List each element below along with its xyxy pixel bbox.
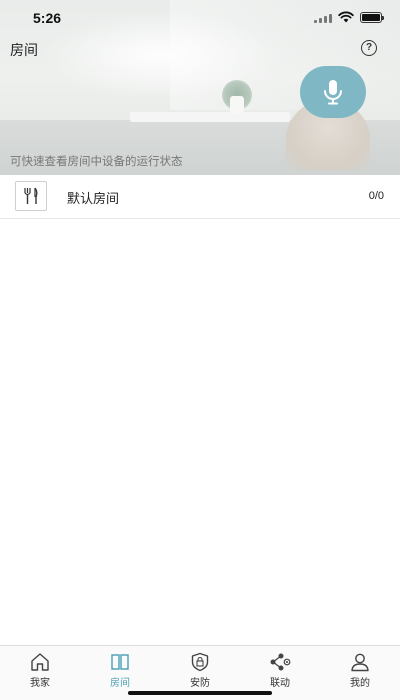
- fork-knife-icon: [24, 187, 38, 204]
- tab-home-label: 我家: [30, 678, 50, 689]
- user-icon: [351, 653, 369, 672]
- tab-mine-label: 我的: [350, 678, 370, 689]
- room-icon: [111, 654, 129, 670]
- voice-button[interactable]: [300, 66, 366, 118]
- room-name: 默认房间: [67, 192, 120, 207]
- status-time: 5:26: [33, 10, 62, 26]
- banner-table: [130, 112, 290, 122]
- wifi-icon: [338, 11, 354, 23]
- shield-lock-icon: [191, 652, 209, 672]
- banner-subtitle: 可快速查看房间中设备的运行状态: [10, 154, 183, 168]
- banner-vase: [230, 96, 244, 114]
- question-circle-icon[interactable]: ?: [361, 40, 377, 56]
- home-icon: [31, 653, 49, 671]
- room-row[interactable]: 默认房间 0/0: [0, 175, 400, 219]
- battery-icon: [360, 12, 384, 23]
- tab-security-label: 安防: [190, 678, 210, 689]
- room-device-count: 0/0: [368, 190, 384, 202]
- page-title: 房间: [10, 43, 38, 59]
- share-link-icon: [270, 653, 291, 671]
- cellular-signal-icon: [314, 14, 334, 23]
- tab-room-label: 房间: [110, 678, 130, 689]
- tab-home[interactable]: 我家: [0, 646, 80, 700]
- room-icon-box: [15, 181, 47, 211]
- tab-linkage-label: 联动: [270, 678, 290, 689]
- status-bar: 5:26: [0, 0, 400, 36]
- home-indicator: [128, 691, 272, 695]
- tab-mine[interactable]: 我的: [320, 646, 400, 700]
- microphone-icon: [324, 80, 342, 105]
